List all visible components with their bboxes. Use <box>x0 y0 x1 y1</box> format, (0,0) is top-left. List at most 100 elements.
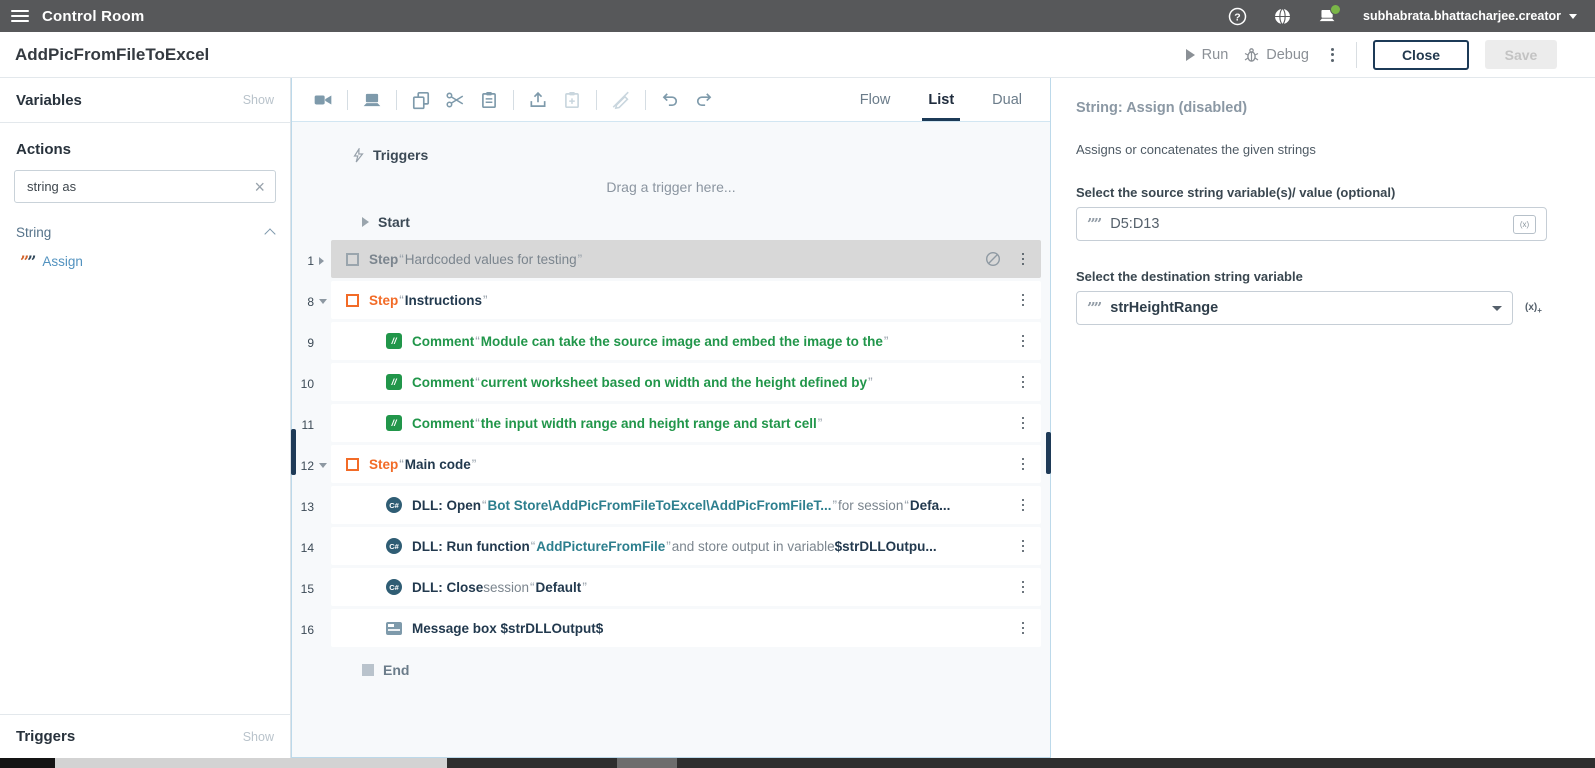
row-gutter: 14 <box>292 527 331 568</box>
paste-icon[interactable] <box>479 90 499 110</box>
chevron-down-icon <box>1492 306 1502 311</box>
action-row-card[interactable]: C#DLL: Close session “Default” <box>331 568 1041 606</box>
action-item-assign[interactable]: ”” Assign <box>20 254 274 269</box>
copy-icon[interactable] <box>411 90 431 110</box>
destination-variable-value: strHeightRange <box>1110 300 1484 316</box>
list-row-15: 15 C#DLL: Close session “Default” <box>292 568 1050 609</box>
message-box-icon <box>386 622 402 635</box>
bug-icon <box>1244 47 1259 63</box>
row-gutter: 16 <box>292 609 331 650</box>
disabled-icon <box>985 251 1001 267</box>
app-title: Control Room <box>42 8 144 25</box>
action-row-card[interactable]: C#DLL: Run function “AddPictureFromFile”… <box>331 527 1041 565</box>
list-row-9: 9//Comment “Module can take the source i… <box>292 322 1050 363</box>
bottom-scrollbar[interactable] <box>0 758 1595 768</box>
flow-editor-panel: Flow List Dual Triggers Drag a trigger h… <box>291 78 1051 758</box>
action-row-card[interactable]: Step “Hardcoded values for testing” <box>331 240 1041 278</box>
start-node[interactable]: Start <box>292 204 1050 240</box>
chevron-down-icon[interactable] <box>319 463 327 468</box>
desktop-icon[interactable] <box>362 90 382 110</box>
variables-label: Variables <box>16 92 82 109</box>
end-node[interactable]: End <box>292 650 1050 690</box>
row-options-icon[interactable] <box>1019 332 1028 351</box>
more-options-icon[interactable] <box>1325 46 1340 64</box>
variables-show-link[interactable]: Show <box>243 93 274 107</box>
run-button[interactable]: Run <box>1186 47 1229 63</box>
chevron-down-icon <box>1569 14 1577 19</box>
actions-search-input[interactable] <box>25 178 254 195</box>
row-options-icon[interactable] <box>1019 455 1028 474</box>
redo-icon[interactable] <box>694 90 714 110</box>
run-icon <box>1186 49 1195 61</box>
clear-search-icon[interactable]: × <box>254 178 265 196</box>
row-gutter: 12 <box>292 445 331 486</box>
row-options-icon[interactable] <box>1019 250 1028 269</box>
end-icon <box>362 664 374 676</box>
assign-label: Assign <box>42 254 83 269</box>
create-variable-icon[interactable]: (x)+ <box>1525 302 1542 315</box>
dll-icon: C# <box>386 579 402 595</box>
divider <box>1356 42 1357 68</box>
action-row-card[interactable]: //Comment “Module can take the source im… <box>331 322 1041 360</box>
destination-variable-dropdown[interactable]: ”” strHeightRange <box>1076 291 1513 325</box>
insert-variable-icon[interactable]: (x) <box>1513 215 1536 234</box>
device-status-icon[interactable] <box>1318 7 1337 26</box>
row-options-icon[interactable] <box>1019 619 1028 638</box>
chevron-up-icon <box>264 228 275 239</box>
cut-icon[interactable] <box>445 90 465 110</box>
end-label: End <box>383 662 409 678</box>
close-button[interactable]: Close <box>1373 40 1469 70</box>
scrollbar-thumb-secondary[interactable] <box>617 758 677 768</box>
comment-icon: // <box>386 333 402 349</box>
tab-list[interactable]: List <box>928 78 954 121</box>
help-icon[interactable]: ? <box>1228 7 1247 26</box>
row-number: 15 <box>300 582 314 596</box>
string-group-header[interactable]: String <box>16 225 274 240</box>
paste-add-icon[interactable] <box>562 90 582 110</box>
record-icon[interactable] <box>313 90 333 110</box>
device-connected-badge <box>1330 4 1341 15</box>
start-label: Start <box>378 214 410 230</box>
row-options-icon[interactable] <box>1019 373 1028 392</box>
action-row-card[interactable]: Step “Instructions” <box>331 281 1041 319</box>
source-string-field[interactable]: ”” D5:D13 (x) <box>1076 207 1547 241</box>
action-row-card[interactable]: //Comment “the input width range and hei… <box>331 404 1041 442</box>
row-number: 8 <box>300 295 314 309</box>
source-field-label: Select the source string variable(s)/ va… <box>1076 185 1571 200</box>
action-row-card[interactable]: C#DLL: Open “Bot Store\AddPicFromFileToE… <box>331 486 1041 524</box>
tab-dual[interactable]: Dual <box>992 78 1022 121</box>
undo-icon[interactable] <box>660 90 680 110</box>
scrollbar-thumb[interactable] <box>55 758 447 768</box>
actions-label: Actions <box>16 141 274 158</box>
row-options-icon[interactable] <box>1019 537 1028 556</box>
row-number: 13 <box>300 500 314 514</box>
destination-field-label: Select the destination string variable <box>1076 269 1571 284</box>
panel-description: Assigns or concatenates the given string… <box>1076 142 1571 157</box>
globe-icon[interactable] <box>1273 7 1292 26</box>
row-options-icon[interactable] <box>1019 578 1028 597</box>
triggers-section[interactable]: Triggers <box>292 140 1050 170</box>
triggers-show-link[interactable]: Show <box>243 730 274 744</box>
upload-icon[interactable] <box>528 90 548 110</box>
action-row-card[interactable]: Message box $strDLLOutput$ <box>331 609 1041 647</box>
action-row-card[interactable]: Step “Main code” <box>331 445 1041 483</box>
chevron-down-icon[interactable] <box>319 299 327 304</box>
row-options-icon[interactable] <box>1019 496 1028 515</box>
action-row-card[interactable]: //Comment “current worksheet based on wi… <box>331 363 1041 401</box>
save-button[interactable]: Save <box>1485 40 1557 69</box>
user-menu[interactable]: subhabrata.bhattacharjee.creator <box>1363 9 1577 23</box>
debug-button[interactable]: Debug <box>1244 47 1309 63</box>
row-number: 16 <box>300 623 314 637</box>
variables-header: Variables Show <box>0 78 290 123</box>
hamburger-menu-icon[interactable] <box>11 10 29 22</box>
row-gutter: 9 <box>292 322 331 363</box>
chevron-right-icon[interactable] <box>319 257 324 265</box>
tab-flow[interactable]: Flow <box>860 78 891 121</box>
row-options-icon[interactable] <box>1019 291 1028 310</box>
right-scroll-indicator[interactable] <box>1046 432 1051 474</box>
left-scroll-indicator[interactable] <box>291 429 296 475</box>
annotate-icon[interactable] <box>611 90 631 110</box>
step-icon <box>346 458 359 471</box>
list-row-8: 8 Step “Instructions” <box>292 281 1050 322</box>
row-options-icon[interactable] <box>1019 414 1028 433</box>
